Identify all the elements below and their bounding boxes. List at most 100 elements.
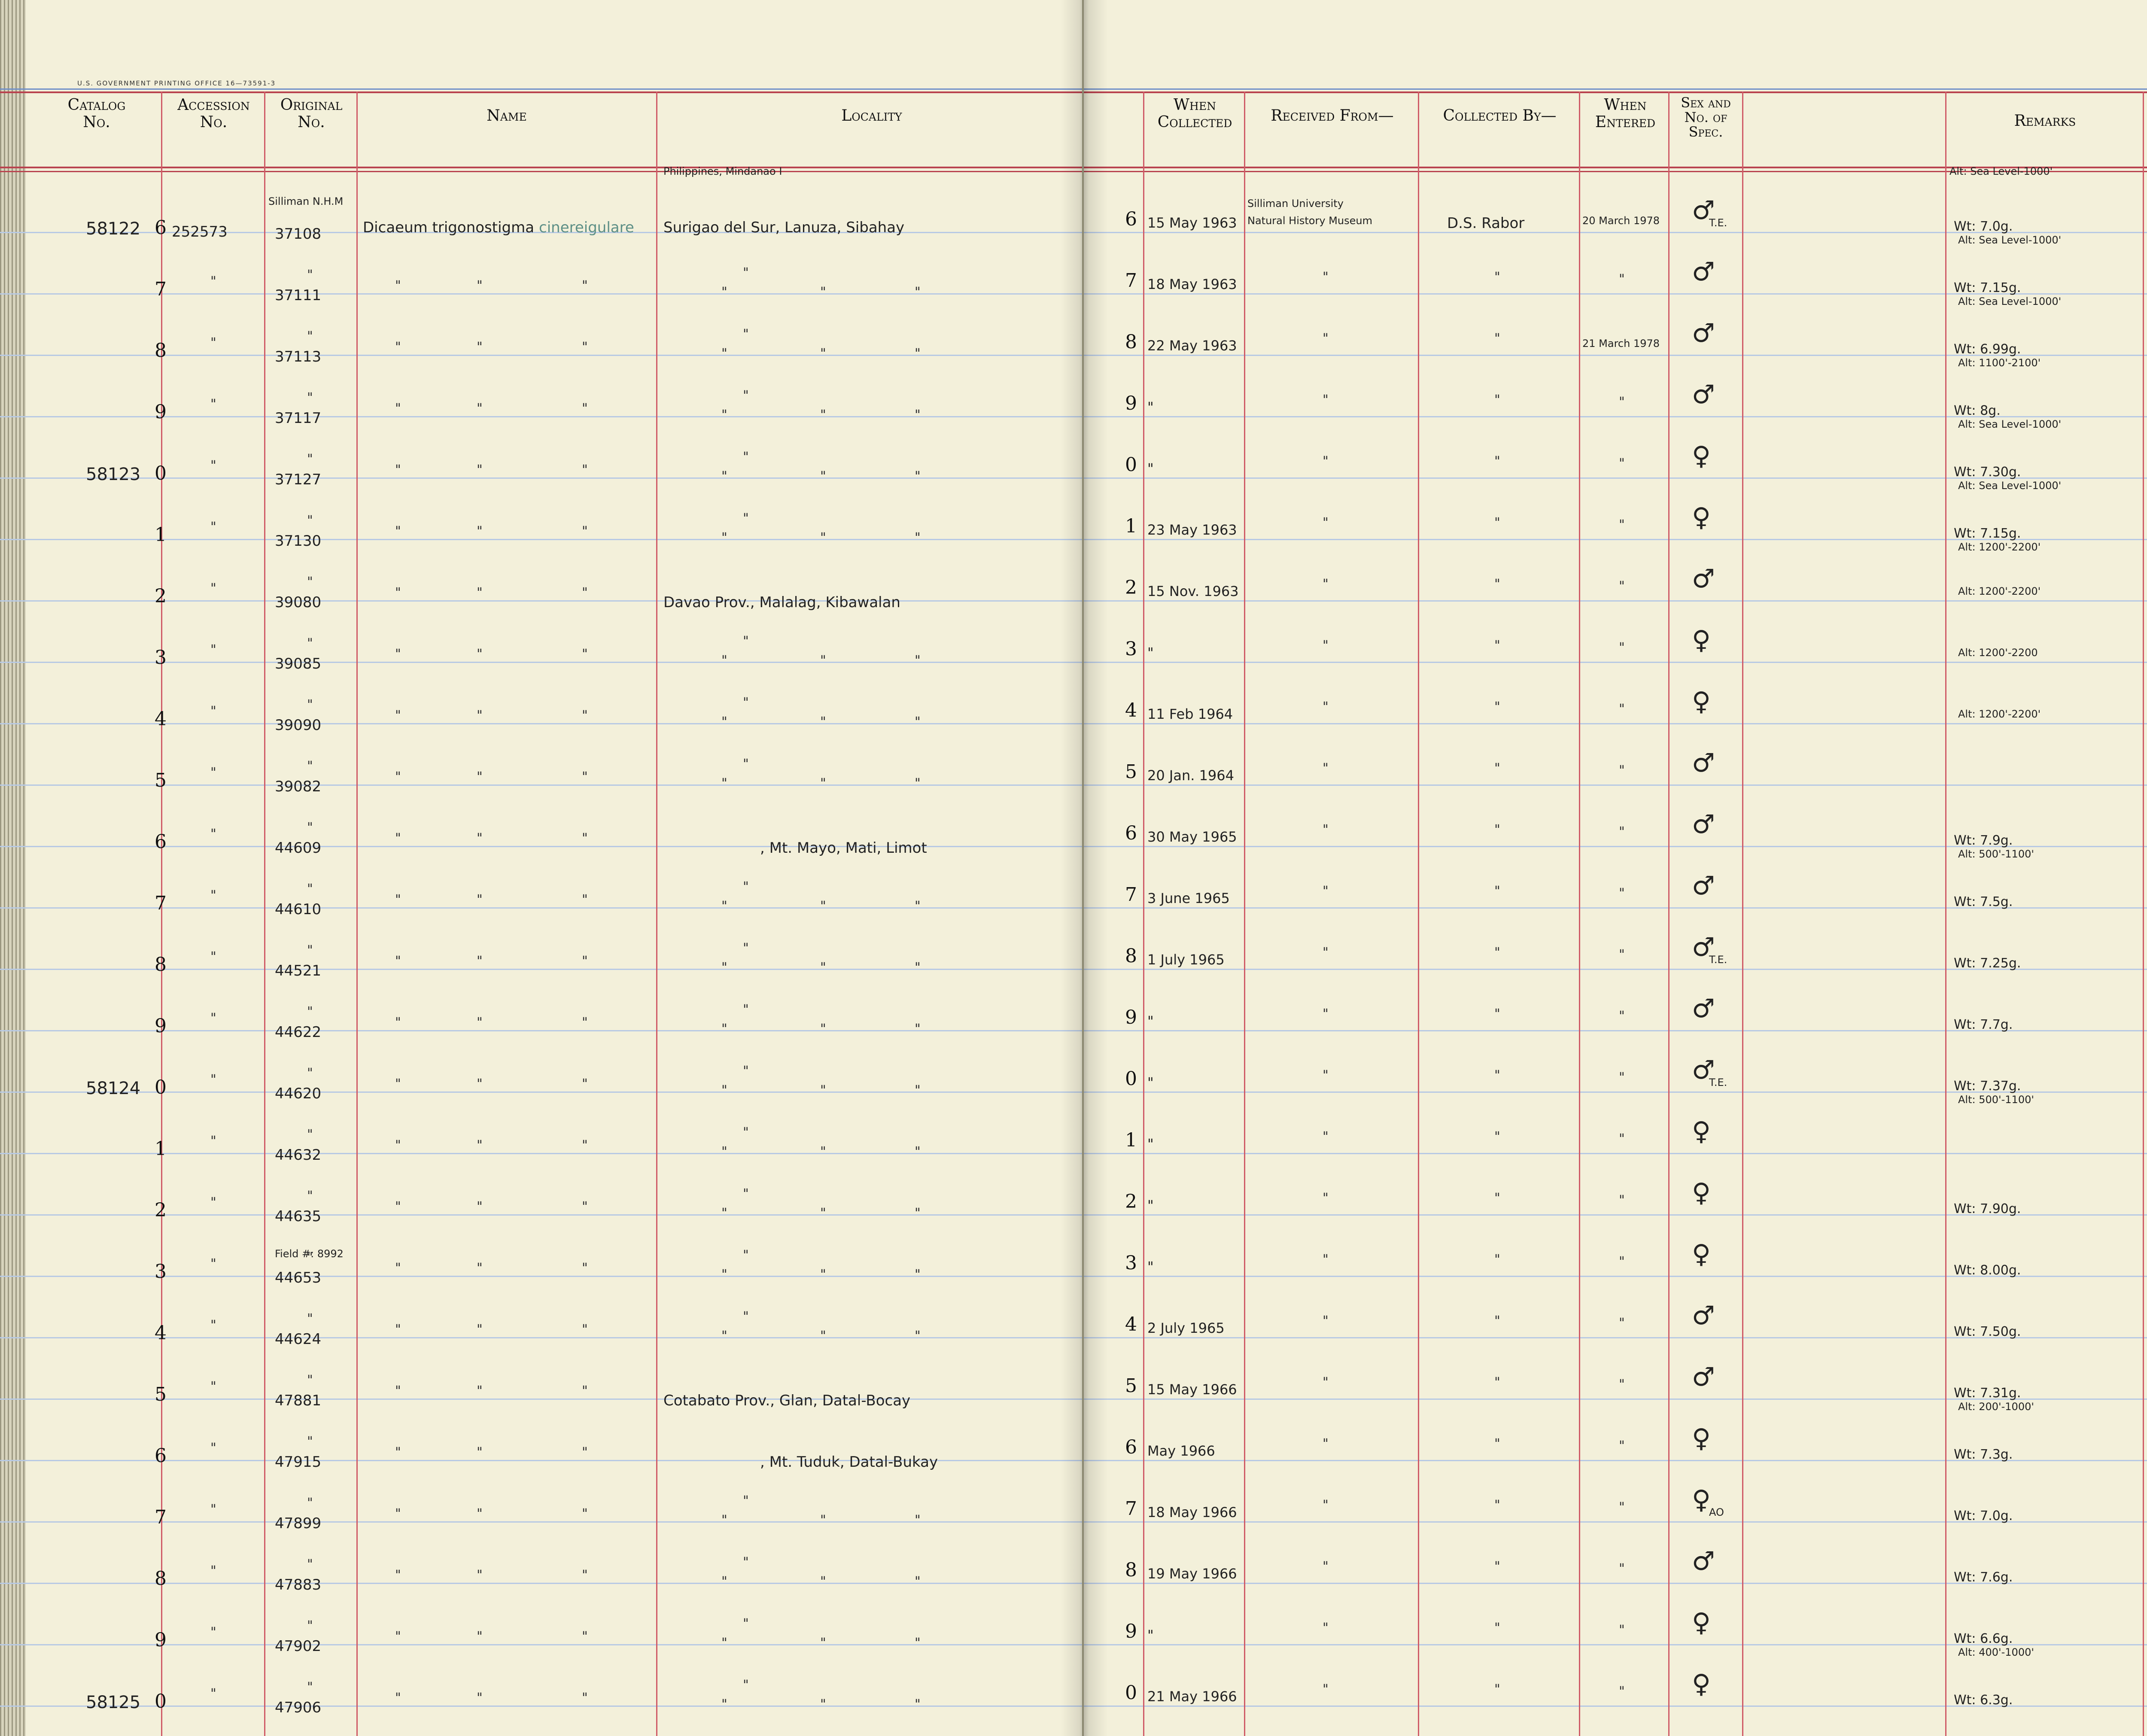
received-ditto: " <box>1323 1191 1329 1206</box>
received-ditto: " <box>1323 392 1329 407</box>
original-number: 37117 <box>275 410 322 427</box>
received-ditto: " <box>1323 945 1329 960</box>
original-ditto: " <box>307 329 313 344</box>
name-ditto: " <box>582 524 588 539</box>
original-number: 44635 <box>275 1208 322 1225</box>
locality-ditto: " <box>743 1186 749 1201</box>
locality-text: , Mt. Tuduk, Datal-Bukay <box>760 1453 938 1471</box>
catalog-digit-right: 7 <box>1125 884 1137 906</box>
sex-note: T.E. <box>1709 217 1727 229</box>
locality-ditto: " <box>721 1574 727 1589</box>
remarks-weight: Wt: 7.0g. <box>1954 1508 2013 1523</box>
original-ditto: " <box>307 1618 313 1633</box>
name-ditto: " <box>477 647 483 662</box>
header-name: Name <box>487 107 527 125</box>
locality-ditto: " <box>820 1513 826 1528</box>
date-entered: 20 March 1978 <box>1582 215 1660 227</box>
collector-ditto: " <box>1494 331 1500 346</box>
locality-ditto: " <box>743 695 749 710</box>
locality-ditto: " <box>915 346 921 361</box>
remarks-altitude: Alt: 200'-1000' <box>1958 1401 2034 1413</box>
original-number: 44521 <box>275 962 322 979</box>
remarks-note: Alt: Sea Level-1000' <box>1949 165 2053 177</box>
locality-ditto: " <box>820 1144 826 1159</box>
name-ditto: " <box>477 954 483 969</box>
name-ditto: " <box>395 1383 401 1399</box>
name-ditto: " <box>395 1199 401 1214</box>
name-ditto: " <box>582 462 588 477</box>
original-note: Silliman N.H.M <box>268 195 344 207</box>
name-ditto: " <box>582 1506 588 1521</box>
locality-ditto: " <box>743 511 749 526</box>
collector-ditto: " <box>1494 1191 1500 1206</box>
locality-ditto: " <box>820 530 826 545</box>
name-ditto: " <box>477 401 483 416</box>
entered-ditto: " <box>1619 1193 1625 1208</box>
col-divider <box>1668 91 1670 1736</box>
date-collected: " <box>1147 1136 1154 1152</box>
received-ditto: " <box>1323 1498 1329 1513</box>
col-divider <box>1742 91 1743 1736</box>
original-ditto: " <box>307 452 313 467</box>
locality-ditto: " <box>915 1144 921 1159</box>
catalog-digit-right: 0 <box>1125 454 1137 476</box>
name-ditto: " <box>395 769 401 784</box>
date-collected: 22 May 1963 <box>1147 337 1237 354</box>
locality-ditto: " <box>743 757 749 772</box>
locality-ditto: " <box>915 469 921 484</box>
entered-ditto: " <box>1619 1623 1625 1638</box>
catalog-digit-right: 9 <box>1125 1006 1137 1028</box>
name-ditto: " <box>477 1322 483 1337</box>
date-collected: " <box>1147 399 1154 415</box>
original-ditto: " <box>307 575 313 590</box>
name-ditto: " <box>477 585 483 600</box>
locality-ditto: " <box>743 1248 749 1263</box>
catalog-digit-right: 8 <box>1125 331 1137 353</box>
accession-ditto: " <box>210 1134 216 1149</box>
entered-ditto: " <box>1619 1070 1625 1085</box>
received-from-2: Natural History Museum <box>1247 215 1372 227</box>
catalog-digit-right: 4 <box>1125 1313 1137 1335</box>
original-number: 37111 <box>275 287 322 304</box>
date-collected: " <box>1147 1197 1154 1213</box>
received-ditto: " <box>1323 1129 1329 1144</box>
header-remarks: Remarks <box>2014 112 2076 130</box>
sex-symbol: ♂ <box>1692 1362 1715 1392</box>
date-collected: 30 May 1965 <box>1147 829 1237 845</box>
remarks-weight: Wt: 7.90g. <box>1954 1201 2021 1216</box>
accession-ditto: " <box>210 458 216 473</box>
locality-ditto: " <box>721 1697 727 1712</box>
catalog-digit-right: 0 <box>1125 1068 1137 1090</box>
entered-ditto: " <box>1619 763 1625 778</box>
locality-ditto: " <box>743 1678 749 1693</box>
accession-ditto: " <box>210 949 216 964</box>
entered-ditto: " <box>1619 702 1625 717</box>
catalog-digit: 6 <box>155 217 167 239</box>
col-divider <box>264 91 265 1736</box>
original-number: 47899 <box>275 1515 322 1532</box>
locality-ditto: " <box>915 1022 921 1037</box>
catalog-digit-right: 4 <box>1125 699 1137 721</box>
collected-by: D.S. Rabor <box>1447 215 1525 232</box>
original-number: 47883 <box>275 1576 322 1593</box>
remarks-weight: Wt: 7.50g. <box>1954 1324 2021 1339</box>
locality-ditto: " <box>820 346 826 361</box>
date-collected: 20 Jan. 1964 <box>1147 767 1234 784</box>
date-collected: " <box>1147 1259 1154 1275</box>
locality-ditto: " <box>820 407 826 423</box>
catalog-digit: 8 <box>155 1568 167 1590</box>
locality-ditto: " <box>915 1574 921 1589</box>
original-number: 39085 <box>275 655 322 672</box>
original-number: 44609 <box>275 839 322 857</box>
original-number: 47881 <box>275 1392 322 1409</box>
accession-ditto: " <box>210 274 216 289</box>
sex-symbol: ♀ <box>1692 502 1711 532</box>
locality-ditto: " <box>820 469 826 484</box>
entered-ditto: " <box>1619 1377 1625 1392</box>
catalog-digit-right: 1 <box>1125 515 1137 537</box>
locality-ditto: " <box>820 1022 826 1037</box>
locality-ditto: " <box>915 285 921 300</box>
catalog-digit: 8 <box>155 340 167 362</box>
name-ditto: " <box>477 1199 483 1214</box>
locality-ditto: " <box>721 960 727 975</box>
